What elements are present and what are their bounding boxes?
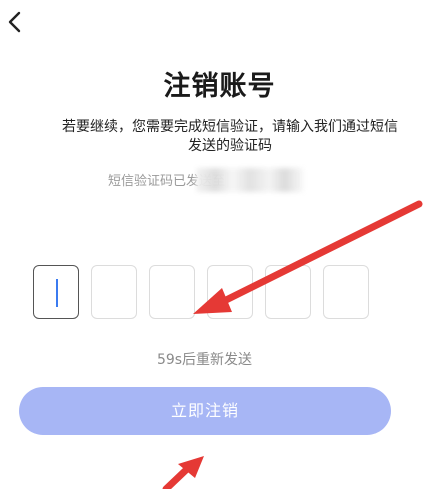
masked-phone-number <box>196 168 304 192</box>
code-digit-4[interactable] <box>207 265 253 319</box>
verification-code-input[interactable] <box>33 265 369 321</box>
page-title: 注销账号 <box>163 71 276 102</box>
back-button[interactable] <box>4 8 26 36</box>
text-caret <box>56 279 58 307</box>
code-digit-2[interactable] <box>91 265 137 319</box>
resend-countdown: 59s后重新发送 <box>156 352 253 368</box>
code-digit-1[interactable] <box>33 265 79 319</box>
confirm-cancel-account-button[interactable]: 立即注销 <box>19 387 391 435</box>
sms-verification-instructions: 若要继续，您需要完成短信验证，请输入我们通过短信发送的验证码 <box>62 119 398 154</box>
code-digit-6[interactable] <box>323 265 369 319</box>
code-digit-3[interactable] <box>149 265 195 319</box>
annotation-arrow-shaft-2 <box>162 466 190 489</box>
chevron-left-icon <box>8 11 21 33</box>
annotation-arrow-head-2 <box>178 456 204 478</box>
cancel-account-screen: 注销账号 若要继续，您需要完成短信验证，请输入我们通过短信发送的验证码 短信验证… <box>0 0 439 489</box>
code-digit-5[interactable] <box>265 265 311 319</box>
